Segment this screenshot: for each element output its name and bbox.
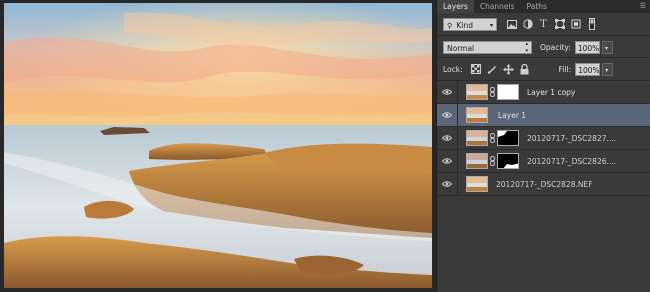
lock-position-icon[interactable] xyxy=(502,63,514,75)
shape-filter-icon[interactable] xyxy=(554,19,565,30)
layer-row-layer-1-copy[interactable]: Layer 1 copy xyxy=(437,81,650,104)
layer-row-dsc2826[interactable]: 20120717-_DSC2826.... xyxy=(437,150,650,173)
layer-thumbnail xyxy=(466,130,488,146)
fill-label: Fill: xyxy=(558,64,572,74)
document-canvas[interactable] xyxy=(0,0,435,292)
search-icon: ⚲ xyxy=(447,21,453,30)
layer-row-layer-1[interactable]: Layer 1 xyxy=(437,104,650,127)
seascape-image xyxy=(4,3,432,288)
lock-label: Lock: xyxy=(443,64,463,74)
lock-image-icon[interactable] xyxy=(487,64,498,75)
layer-thumbnail xyxy=(466,176,488,192)
layer-name: 20120717-_DSC2827.... xyxy=(527,133,617,143)
spinner-arrows-icon: ▴ ▾ xyxy=(525,40,528,54)
blend-mode-value: Normal xyxy=(447,43,475,53)
filter-toggle-icon[interactable] xyxy=(586,18,597,30)
kind-filter-label: Kind xyxy=(456,20,474,30)
visibility-column xyxy=(437,104,458,126)
layer-name: Layer 1 copy xyxy=(527,87,576,97)
layer-name: 20120717-_DSC2826.... xyxy=(527,156,617,166)
layer-mask-thumbnail[interactable] xyxy=(497,84,519,100)
kind-filter-dropdown[interactable]: ⚲ Kind ▾ xyxy=(443,17,497,31)
visibility-column xyxy=(437,81,458,103)
adjustment-filter-icon[interactable] xyxy=(522,19,533,30)
panel-menu-icon[interactable]: ☰ xyxy=(640,2,646,10)
dropdown-arrow-icon: ▾ xyxy=(605,66,609,74)
dropdown-arrow-icon: ▾ xyxy=(489,21,493,29)
layer-thumbnail xyxy=(466,107,488,123)
tab-channels[interactable]: Channels xyxy=(474,0,521,13)
fill-dropdown-button[interactable]: ▾ xyxy=(602,62,614,76)
mask-link-icon[interactable] xyxy=(488,86,497,98)
layer-thumbnail xyxy=(466,84,488,100)
layer-row-dsc2827[interactable]: 20120717-_DSC2827.... xyxy=(437,127,650,150)
lock-transparent-icon[interactable] xyxy=(471,64,482,75)
filter-row: ⚲ Kind ▾ T xyxy=(437,13,650,35)
opacity-label: Opacity: xyxy=(540,42,571,52)
layer-mask-thumbnail[interactable] xyxy=(497,153,519,169)
layer-mask-thumbnail[interactable] xyxy=(497,130,519,146)
opacity-dropdown-button[interactable]: ▾ xyxy=(601,40,613,54)
visibility-column xyxy=(437,173,458,195)
type-filter-icon[interactable]: T xyxy=(538,19,549,30)
opacity-input[interactable]: 100% xyxy=(574,40,600,54)
image-filter-icon[interactable] xyxy=(506,19,517,30)
tab-layers[interactable]: Layers xyxy=(437,0,474,13)
lock-row: Lock: Fill: 100% ▾ xyxy=(437,58,650,80)
blend-mode-dropdown[interactable]: Normal ▴ ▾ xyxy=(443,40,532,54)
visibility-column xyxy=(437,150,458,172)
layers-panel: Layers Channels Paths ☰ ⚲ Kind ▾ T Norma… xyxy=(436,0,650,292)
layer-name: 20120717-_DSC2828.NEF xyxy=(496,179,593,189)
blend-row: Normal ▴ ▾ Opacity: 100% ▾ xyxy=(437,36,650,58)
mask-link-icon[interactable] xyxy=(488,132,497,144)
layer-name: Layer 1 xyxy=(498,110,527,120)
dropdown-arrow-icon: ▾ xyxy=(604,44,608,52)
panel-tabs: Layers Channels Paths ☰ xyxy=(437,0,650,13)
fill-input[interactable]: 100% xyxy=(575,62,601,76)
tab-paths[interactable]: Paths xyxy=(521,0,553,13)
mask-link-icon[interactable] xyxy=(488,155,497,167)
smart-object-filter-icon[interactable] xyxy=(570,19,581,30)
seascape-photo[interactable] xyxy=(4,3,432,288)
layer-thumbnail xyxy=(466,153,488,169)
lock-all-icon[interactable] xyxy=(519,63,530,75)
visibility-column xyxy=(437,127,458,149)
layer-row-dsc2828[interactable]: 20120717-_DSC2828.NEF xyxy=(437,173,650,196)
